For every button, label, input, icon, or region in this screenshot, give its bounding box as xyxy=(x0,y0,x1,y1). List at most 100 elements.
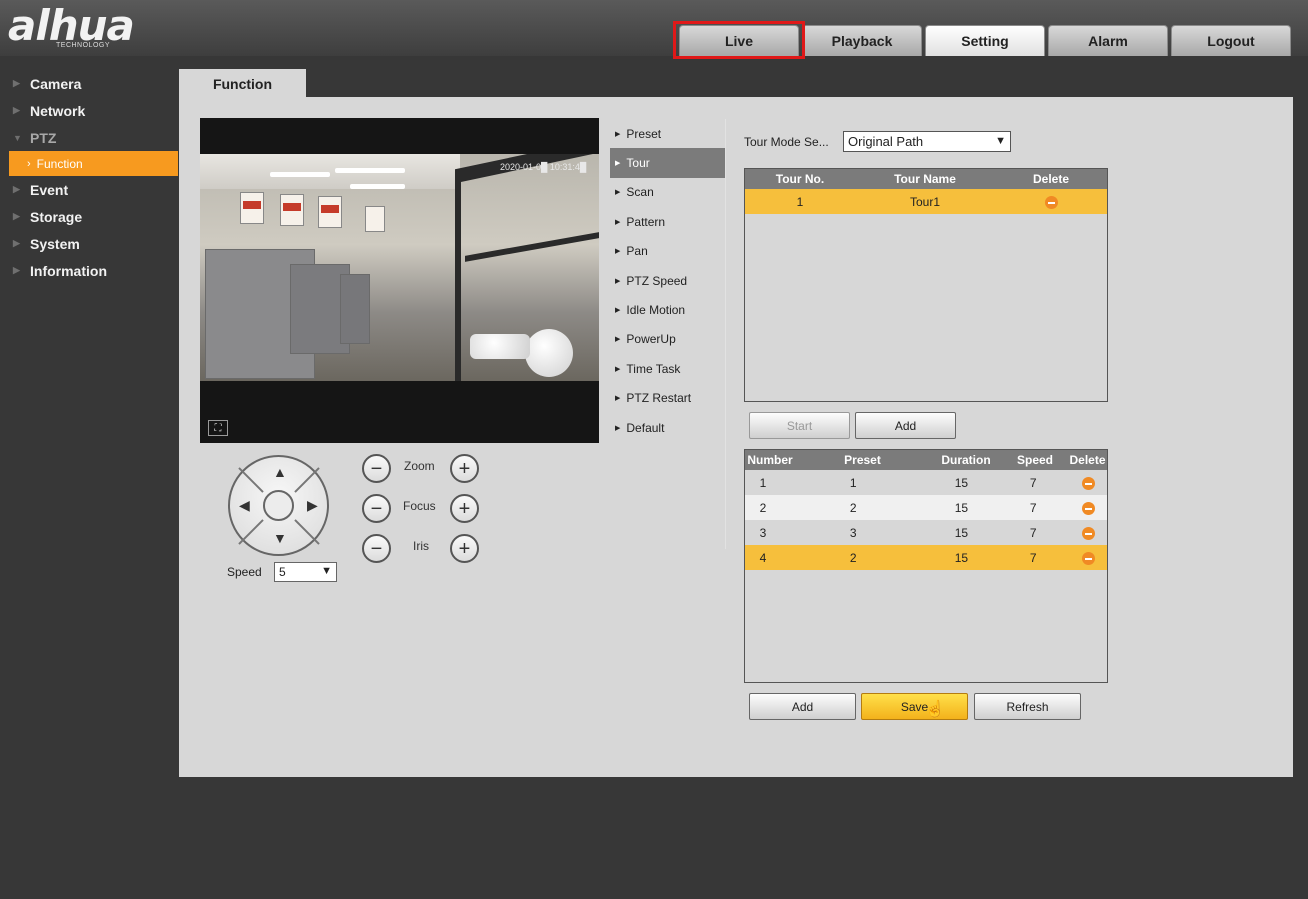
zoom-out-button[interactable]: − xyxy=(362,454,391,483)
tour-table: Tour No. Tour Name Delete 1 Tour1 xyxy=(744,168,1108,402)
tab-playback[interactable]: Playback xyxy=(802,25,922,56)
speed-cell: 7 xyxy=(1029,550,1037,565)
save-button[interactable]: Save xyxy=(861,693,968,720)
tour-mode-select[interactable]: Original Path ▼ xyxy=(843,131,1011,152)
number-cell: 4 xyxy=(759,550,767,565)
preset-cell: 2 xyxy=(849,550,857,565)
feed-cubicle xyxy=(340,274,370,344)
sidebar-item-system[interactable]: ▶ System xyxy=(0,230,178,257)
speed-select[interactable]: 5 ▼ xyxy=(274,562,337,582)
function-item-scan[interactable]: ▶ Scan xyxy=(610,178,725,207)
column-header: Duration xyxy=(941,453,991,467)
sidebar-item-camera[interactable]: ▶ Camera xyxy=(0,70,178,97)
refresh-button[interactable]: Refresh xyxy=(974,693,1081,720)
function-item-ptz-speed[interactable]: ▶ PTZ Speed xyxy=(610,266,725,295)
preset-cell: 3 xyxy=(849,525,857,540)
column-header: Speed xyxy=(1016,453,1053,467)
number-cell: 2 xyxy=(759,500,767,515)
function-item-preset[interactable]: ▶ Preset xyxy=(610,119,725,148)
duration-cell: 15 xyxy=(954,475,969,490)
tab-logout[interactable]: Logout xyxy=(1171,25,1291,56)
start-button[interactable]: Start xyxy=(749,412,850,439)
table-row[interactable]: 1 1 15 7 xyxy=(745,470,1107,495)
tab-alarm[interactable]: Alarm xyxy=(1048,25,1168,56)
delete-icon[interactable] xyxy=(1081,526,1095,540)
focus-plus-button[interactable]: + xyxy=(450,494,479,523)
delete-icon[interactable] xyxy=(1044,195,1058,209)
speed-value: 5 xyxy=(279,565,286,579)
function-item-idle-motion[interactable]: ▶ Idle Motion xyxy=(610,295,725,324)
sidebar-subitem-label: Function xyxy=(36,156,83,171)
chevron-right-icon: › xyxy=(27,157,31,170)
triangle-right-icon: ▶ xyxy=(615,336,621,344)
add-tour-button[interactable]: Add xyxy=(855,412,956,439)
tour-no-cell: 1 xyxy=(796,194,804,209)
table-row[interactable]: 2 2 15 7 xyxy=(745,495,1107,520)
dpad-divider xyxy=(294,467,320,493)
column-header: Tour Name xyxy=(894,172,956,186)
delete-icon[interactable] xyxy=(1081,476,1095,490)
arrow-right-icon[interactable]: ▶ xyxy=(307,498,318,512)
feed-shelf xyxy=(455,174,461,381)
function-item-label: PTZ Restart xyxy=(626,391,692,406)
iris-plus-button[interactable]: + xyxy=(450,534,479,563)
sidebar-item-label: Network xyxy=(30,102,86,119)
tab-live[interactable]: Live xyxy=(679,25,799,56)
function-item-time-task[interactable]: ▶ Time Task xyxy=(610,354,725,383)
sidebar-item-network[interactable]: ▶ Network xyxy=(0,97,178,124)
triangle-right-icon: ▶ xyxy=(13,211,20,221)
feed-camera-dome xyxy=(525,329,573,377)
tab-setting[interactable]: Setting xyxy=(925,25,1045,56)
table-row[interactable]: 3 3 15 7 xyxy=(745,520,1107,545)
arrow-left-icon[interactable]: ◀ xyxy=(239,498,250,512)
focus-minus-button[interactable]: − xyxy=(362,494,391,523)
function-item-powerup[interactable]: ▶ PowerUp xyxy=(610,325,725,354)
triangle-right-icon: ▶ xyxy=(13,105,20,115)
iris-minus-button[interactable]: − xyxy=(362,534,391,563)
duration-cell: 15 xyxy=(954,500,969,515)
triangle-right-icon: ▶ xyxy=(13,265,20,275)
zoom-in-button[interactable]: + xyxy=(450,454,479,483)
function-item-label: Idle Motion xyxy=(626,303,686,318)
triangle-right-icon: ▶ xyxy=(13,184,20,194)
sidebar-item-information[interactable]: ▶ Information xyxy=(0,257,178,284)
arrow-down-icon[interactable]: ▼ xyxy=(273,531,287,545)
triangle-right-icon: ▶ xyxy=(615,218,621,226)
preset-cell: 1 xyxy=(849,475,857,490)
delete-icon[interactable] xyxy=(1081,501,1095,515)
content-tab-function[interactable]: Function xyxy=(179,69,306,98)
sidebar-subitem-function[interactable]: › Function xyxy=(9,151,178,176)
sidebar-item-event[interactable]: ▶ Event xyxy=(0,176,178,203)
fullscreen-icon[interactable]: ⛶ xyxy=(208,420,228,436)
column-header: Delete xyxy=(1032,172,1070,186)
speed-cell: 7 xyxy=(1029,525,1037,540)
add-button[interactable]: Add xyxy=(749,693,856,720)
function-item-pan[interactable]: ▶ Pan xyxy=(610,237,725,266)
triangle-right-icon: ▶ xyxy=(13,78,20,88)
focus-label: Focus xyxy=(403,499,436,513)
function-item-label: Scan xyxy=(626,185,654,200)
function-item-tour[interactable]: ▶ Tour xyxy=(610,148,725,178)
number-cell: 1 xyxy=(759,475,767,490)
function-item-default[interactable]: ▶ Default xyxy=(610,413,725,442)
sidebar-item-storage[interactable]: ▶ Storage xyxy=(0,203,178,230)
triangle-right-icon: ▶ xyxy=(615,395,621,403)
zoom-label: Zoom xyxy=(404,459,435,473)
dpad-center-button[interactable] xyxy=(263,490,294,521)
iris-label: Iris xyxy=(413,539,429,553)
column-header: Preset xyxy=(844,453,881,467)
content-panel: 2020-01-0█ 10:31:4█ ⛶ ▲ ▼ ◀ ▶ Speed 5 ▼ … xyxy=(179,97,1293,777)
table-row[interactable]: 1 Tour1 xyxy=(745,189,1107,214)
table-row[interactable]: 4 2 15 7 xyxy=(745,545,1107,570)
function-item-pattern[interactable]: ▶ Pattern xyxy=(610,207,725,236)
arrow-up-icon[interactable]: ▲ xyxy=(273,465,287,479)
function-item-ptz-restart[interactable]: ▶ PTZ Restart xyxy=(610,384,725,413)
dahua-logo: alhua TECHNOLOGY xyxy=(8,2,168,52)
tour-table-header: Tour No. Tour Name Delete xyxy=(745,169,1107,189)
sidebar-item-ptz[interactable]: ▼ PTZ xyxy=(0,124,178,151)
feed-light xyxy=(335,168,405,173)
triangle-right-icon: ▶ xyxy=(615,365,621,373)
function-item-label: PowerUp xyxy=(626,332,676,347)
delete-icon[interactable] xyxy=(1081,551,1095,565)
column-header: Number xyxy=(747,453,793,467)
